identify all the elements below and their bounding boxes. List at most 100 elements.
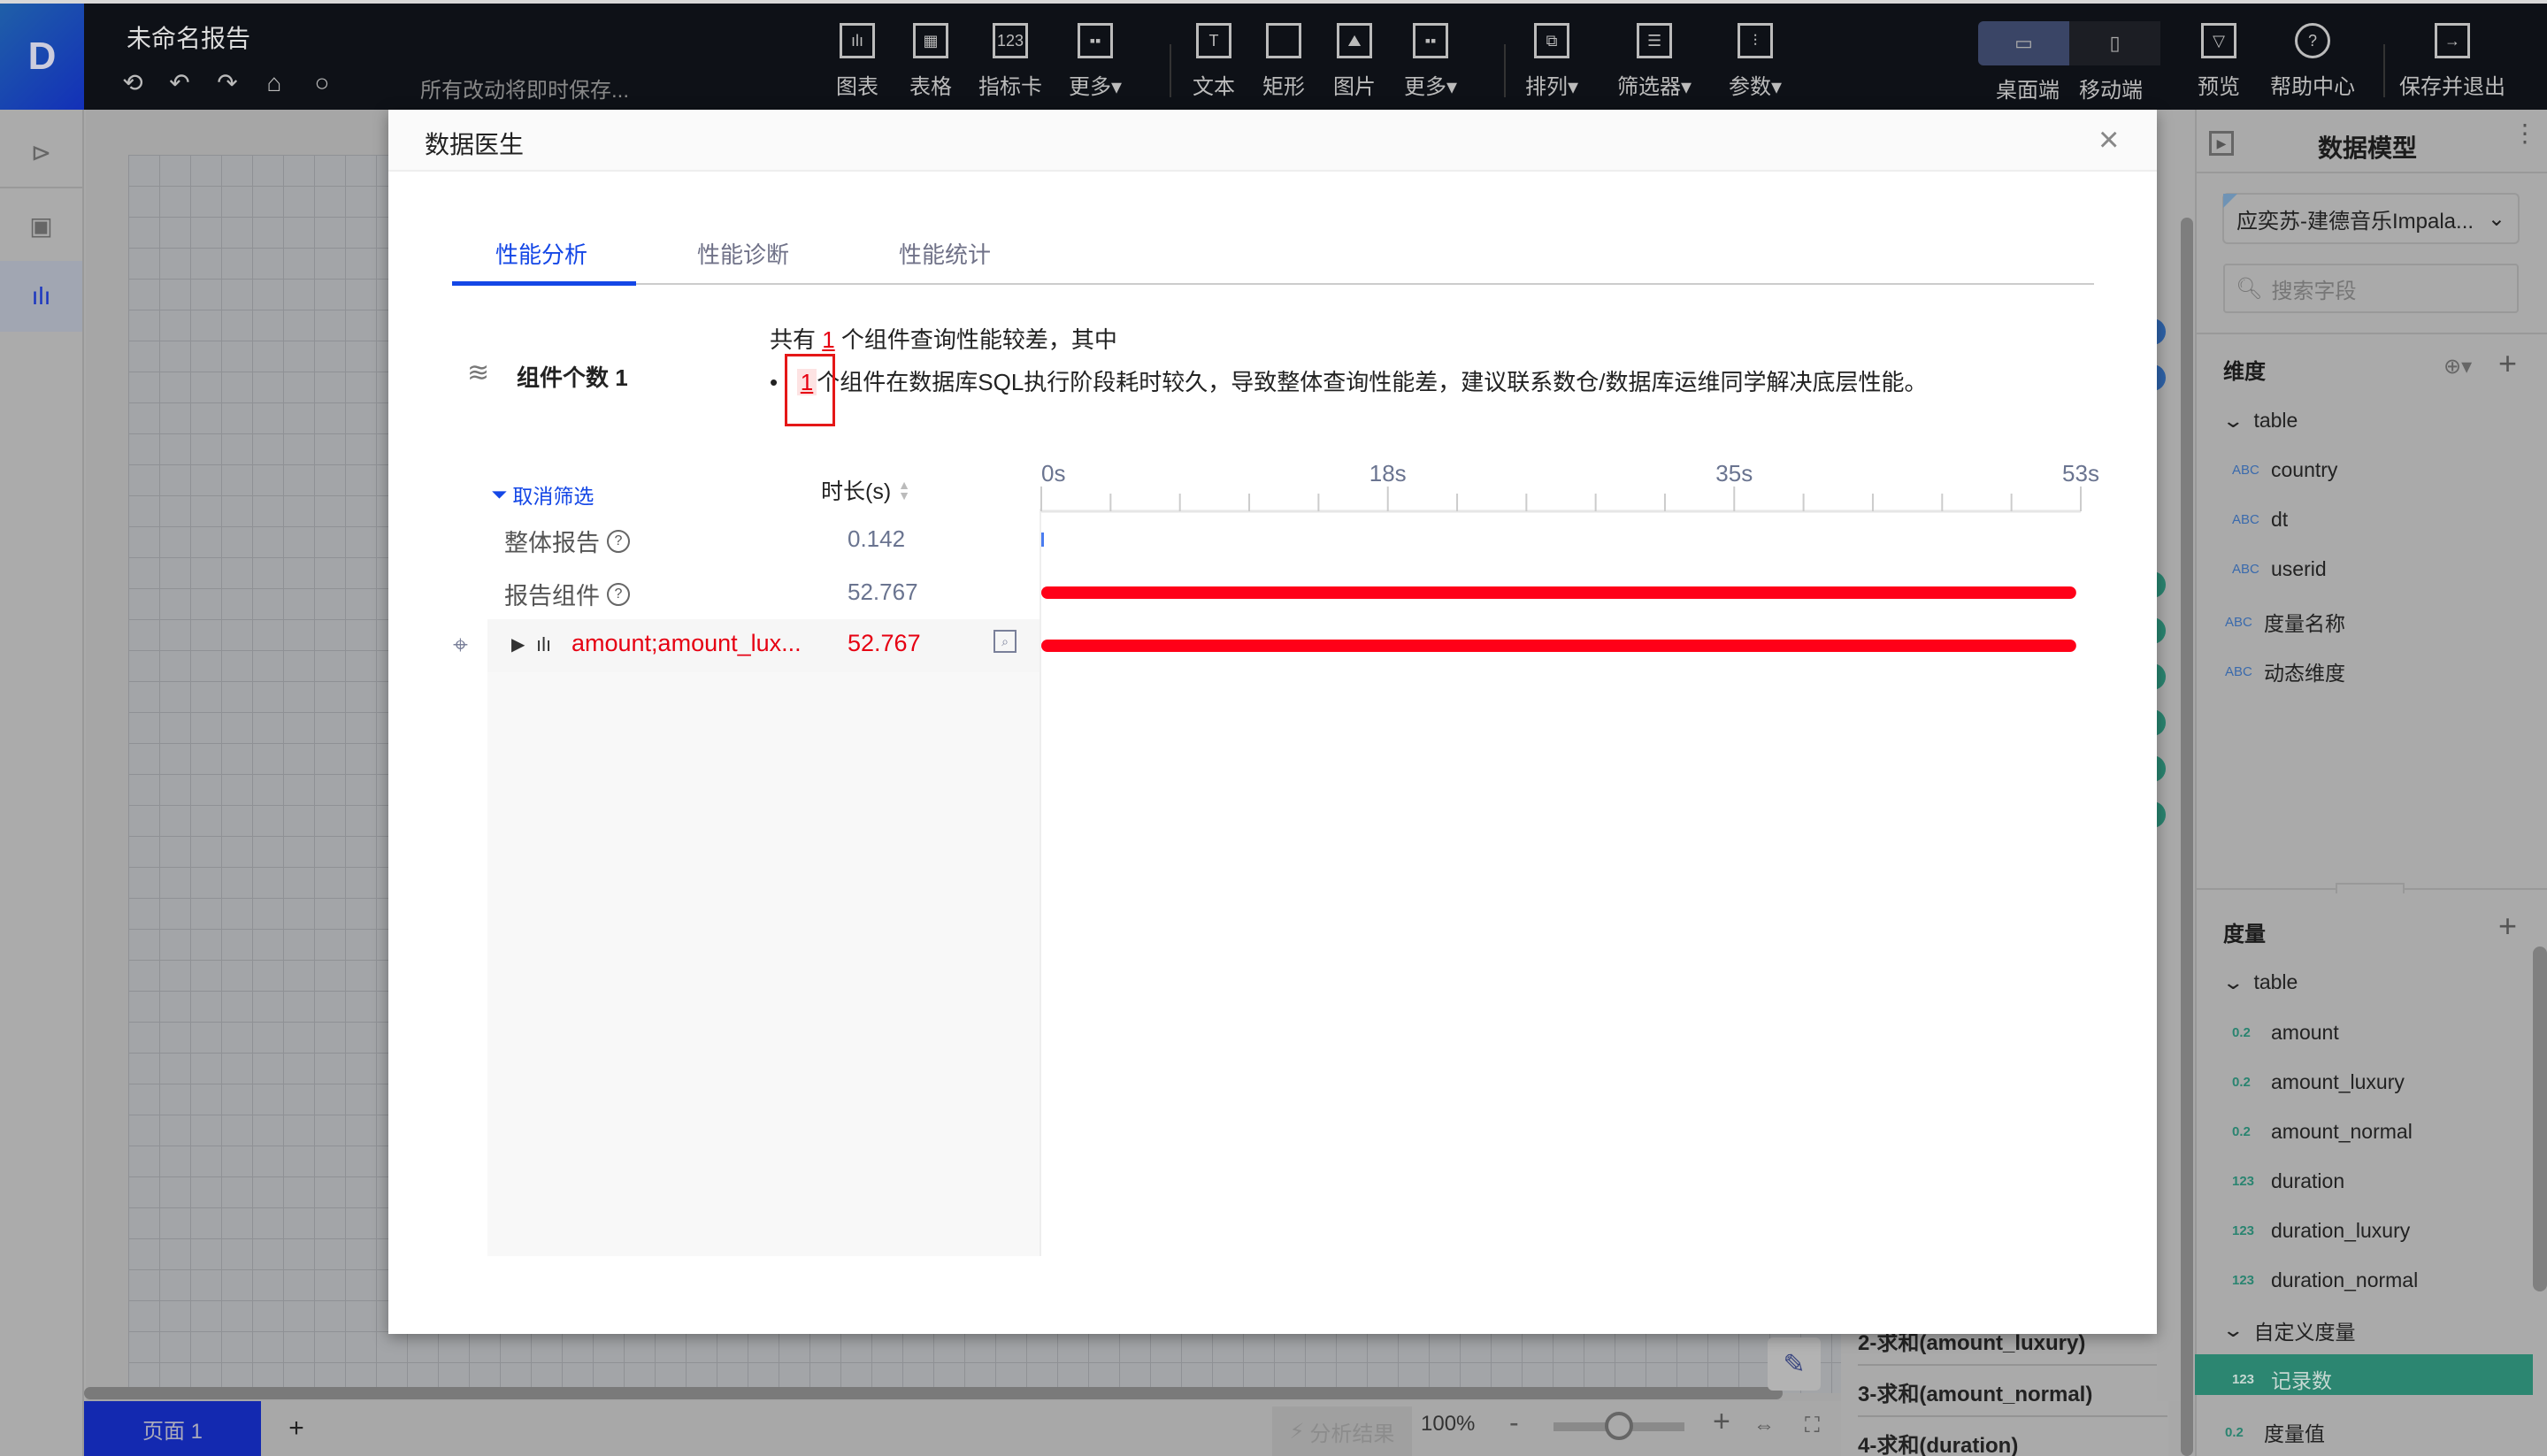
duration-bar [1041, 586, 2076, 599]
timeline-chart: 0s 18s 35s 53s [1040, 460, 2099, 652]
toolbar-image-button[interactable]: ⛰ 图片 [1333, 23, 1376, 100]
preview-button[interactable]: ▽ 预览 [2198, 23, 2240, 100]
toolbar-parameter-button[interactable]: ⫶ 参数▾ [1729, 23, 1782, 100]
zoom-out-button[interactable]: - [1509, 1406, 1519, 1439]
toolbar-text-button[interactable]: T 文本 [1193, 23, 1235, 100]
panel-scrollbar[interactable] [2533, 946, 2547, 1291]
tab-performance-analysis[interactable]: 性能分析 [495, 237, 587, 270]
tab-performance-diagnosis[interactable]: 性能诊断 [697, 237, 789, 270]
strip-scrollbar[interactable] [2181, 218, 2193, 1456]
report-components-duration: 52.767 [848, 579, 918, 605]
toolbar-chart-button[interactable]: ılı 图表 [836, 23, 878, 100]
dimensions-title: 维度 [2223, 360, 2266, 384]
type-string-icon: ABC [2225, 663, 2252, 679]
rail-components[interactable]: ▣ [0, 190, 82, 261]
more-vertical-icon[interactable]: ⋮ [2512, 121, 2537, 146]
detail-view-icon[interactable]: ⌕ [993, 630, 1016, 653]
chevron-down-icon: ⌄ [2221, 970, 2245, 993]
resize-handle[interactable] [2336, 883, 2405, 893]
analysis-result-button[interactable]: ⚡ 分析结果 [1272, 1406, 1412, 1456]
measure-field[interactable]: 0.2 amount_luxury [2232, 1070, 2405, 1094]
add-page-button[interactable]: + [265, 1401, 327, 1456]
redo-icon[interactable]: ↷ [215, 71, 240, 96]
measure-field[interactable]: 123 duration [2232, 1169, 2344, 1193]
toolbar-table-button[interactable]: ▦ 表格 [909, 23, 952, 100]
add-dimension-button[interactable]: + [2498, 345, 2517, 382]
mobile-toggle[interactable]: ▯ [2069, 21, 2160, 65]
measure-field[interactable]: 123 duration_luxury [2232, 1219, 2410, 1243]
measure-field[interactable]: 0.2 amount [2232, 1021, 2339, 1045]
dimension-field[interactable]: ABC 动态维度 [2225, 656, 2345, 686]
toolbar-kpi-card-button[interactable]: 123 指标卡 [978, 23, 1042, 100]
bar-chart-icon: ılı [536, 633, 552, 655]
replay-icon[interactable]: ⟲ [120, 71, 145, 96]
zoom-slider-handle[interactable] [1605, 1412, 1633, 1440]
app-logo[interactable]: D [0, 4, 84, 110]
more-grid-icon: ▪▪ [1078, 23, 1114, 58]
fit-width-icon[interactable]: ⇔ [1753, 1414, 1775, 1438]
dimension-field[interactable]: ABC userid [2232, 557, 2327, 581]
rail-panel-toggle[interactable]: ⊳ [0, 118, 82, 188]
field-search-input[interactable]: 🔍︎ 搜索字段 [2223, 264, 2519, 313]
globe-icon[interactable]: ⊕▾ [2443, 354, 2472, 379]
arrange-icon: ⧉ [1534, 23, 1570, 58]
measure-field-selected[interactable]: 123 记录数 [2232, 1364, 2332, 1394]
component-list-panel [487, 619, 1040, 1256]
add-measure-button[interactable]: + [2498, 908, 2517, 945]
measure-peek-item[interactable]: 4-求和(duration) [1858, 1428, 2018, 1456]
tab-performance-statistics[interactable]: 性能统计 [899, 237, 991, 270]
toolbar-filter-button[interactable]: ☰ 筛选器▾ [1617, 23, 1692, 100]
component-name[interactable]: amount;amount_lux... [572, 630, 802, 657]
help-icon[interactable]: ? [607, 582, 630, 606]
undo-icon[interactable]: ↶ [167, 71, 192, 96]
rail-charts[interactable]: ılı [0, 261, 82, 332]
zoom-level: 100% [1421, 1412, 1476, 1436]
modal-header [388, 110, 2157, 172]
measure-group-table[interactable]: ⌄ table [2221, 970, 2298, 994]
clear-filter-button[interactable]: ⏷ 取消筛选 [491, 479, 594, 510]
type-integer-icon: 123 [2232, 1223, 2255, 1238]
magic-wand-button[interactable]: ✎ [1768, 1337, 1821, 1391]
panel-collapse-icon[interactable]: ▶ [2209, 131, 2234, 156]
zoom-in-button[interactable]: + [1713, 1405, 1730, 1439]
dimension-group-table[interactable]: ⌄ table [2221, 409, 2298, 433]
desktop-toggle[interactable]: ▭ [1978, 21, 2069, 65]
toolbar-rectangle-button[interactable]: 矩形 [1262, 23, 1305, 100]
fit-screen-icon[interactable]: ⛶ [1805, 1414, 1820, 1438]
desktop-label[interactable]: 桌面端 [1996, 73, 2060, 103]
toolbar-divider [2383, 44, 2385, 97]
locate-icon[interactable]: ⌖ [453, 631, 468, 661]
sort-icon[interactable]: ▲ ▼ [898, 479, 910, 502]
dataset-select[interactable]: 应奕苏-建德音乐Impala... ⌄ [2222, 193, 2520, 244]
refresh-icon[interactable]: ○ [310, 71, 334, 96]
help-center-button[interactable]: ? 帮助中心 [2270, 23, 2355, 100]
dimension-field[interactable]: ABC 度量名称 [2225, 607, 2345, 637]
measure-field[interactable]: 0.2 amount_normal [2232, 1120, 2413, 1144]
duration-column-header[interactable]: 时长(s) ▲ ▼ [821, 474, 910, 506]
parameter-icon: ⫶ [1738, 23, 1774, 58]
horizontal-scrollbar[interactable] [84, 1387, 1783, 1399]
save-exit-button[interactable]: → 保存并退出 [2399, 23, 2505, 100]
page-tab[interactable]: 页面 1 [84, 1401, 261, 1456]
tick-label: 35s [1715, 460, 1753, 487]
close-icon[interactable]: × [2098, 122, 2119, 157]
expand-caret-icon[interactable]: ▶ [511, 633, 525, 655]
poor-component-count[interactable]: 1 [822, 326, 834, 353]
mobile-icon: ▯ [2109, 32, 2121, 54]
dimension-field[interactable]: ABC country [2232, 458, 2337, 482]
format-painter-icon[interactable]: ⌂ [262, 71, 287, 96]
active-tab-indicator [452, 281, 636, 286]
tick-label: 53s [2062, 460, 2099, 487]
measure-field[interactable]: 0.2 度量值 [2225, 1417, 2325, 1447]
measure-group-custom[interactable]: ⌄ 自定义度量 [2221, 1315, 2355, 1345]
report-title[interactable]: 未命名报告 [127, 19, 250, 55]
toolbar-more-button-2[interactable]: ▪▪ 更多▾ [1404, 23, 1457, 100]
measure-field[interactable]: 123 duration_normal [2232, 1268, 2418, 1292]
help-icon[interactable]: ? [607, 529, 630, 553]
measure-peek-item[interactable]: 3-求和(amount_normal) [1858, 1376, 2092, 1407]
kpi-card-icon: 123 [993, 23, 1028, 58]
dimension-field[interactable]: ABC dt [2232, 508, 2288, 532]
toolbar-arrange-button[interactable]: ⧉ 排列▾ [1525, 23, 1578, 100]
toolbar-more-button[interactable]: ▪▪ 更多▾ [1069, 23, 1122, 100]
mobile-label[interactable]: 移动端 [2079, 73, 2143, 103]
